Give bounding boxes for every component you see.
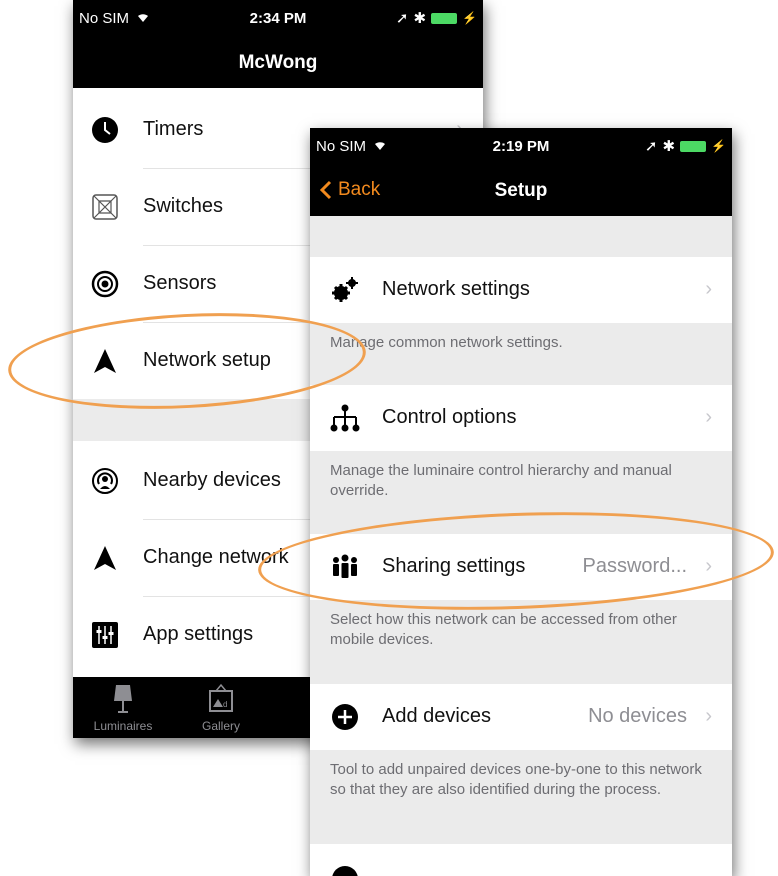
menu-item-label: Timers [143, 118, 204, 140]
row-description: Tool to add unpaired devices one-by-one … [330, 761, 702, 798]
network-arrow-icon [94, 349, 116, 373]
row-network-settings[interactable]: Network settings › [310, 257, 732, 323]
plus-circle-icon [332, 704, 358, 730]
row-description: Select how this network can be accessed … [330, 611, 677, 648]
charging-icon: ⚡ [462, 11, 477, 25]
row-description: Manage the luminaire control hierarchy a… [330, 462, 672, 499]
location-icon: ➚ [395, 10, 409, 27]
front-phone-screen: No SIM 2:19 PM ➚ ✱ ⚡ Back Setup Network … [310, 128, 732, 876]
tab-label: Gallery [201, 719, 240, 733]
bluetooth-icon: ✱ [413, 10, 427, 27]
row-value: No devices [588, 705, 687, 727]
page-title: McWong [238, 52, 318, 73]
nav-bar: Back Setup [310, 166, 732, 216]
menu-item-label: App settings [143, 623, 254, 645]
row-next-partial[interactable] [310, 844, 732, 876]
svg-text:d: d [223, 700, 227, 709]
charging-icon: ⚡ [711, 139, 726, 153]
row-label: Network settings [382, 278, 530, 300]
lamp-icon [114, 685, 132, 713]
menu-item-label: Change network [143, 546, 289, 568]
nav-bar: McWong [73, 38, 483, 88]
tab-gallery[interactable]: d Gallery [181, 683, 261, 733]
battery-icon [680, 140, 707, 152]
menu-item-label: Sensors [143, 272, 217, 294]
hierarchy-icon [330, 404, 360, 432]
menu-item-label: Switches [143, 195, 224, 217]
tab-luminaires[interactable]: Luminaires [83, 683, 163, 733]
row-label: Sharing settings [382, 555, 526, 577]
chevron-right-icon: › [705, 278, 712, 300]
bluetooth-icon: ✱ [662, 138, 676, 155]
page-title: Setup [494, 180, 548, 201]
gears-icon [332, 277, 358, 302]
status-bar: No SIM 2:19 PM ➚ ✱ ⚡ [310, 128, 732, 166]
switch-icon [92, 194, 118, 220]
status-bar: No SIM 2:34 PM ➚ ✱ ⚡ [73, 0, 483, 38]
chevron-right-icon: › [705, 705, 712, 727]
nearby-icon [92, 468, 118, 494]
clock-icon [92, 117, 118, 143]
row-value: Password... [582, 555, 687, 577]
people-icon [333, 554, 357, 578]
gallery-icon: d [209, 683, 233, 712]
row-control-options[interactable]: Control options › [310, 385, 732, 451]
row-label: Add devices [382, 705, 491, 727]
menu-item-label: Network setup [143, 349, 271, 371]
battery-icon [431, 12, 458, 24]
row-description: Manage common network settings. [330, 334, 563, 351]
tab-label: Luminaires [93, 719, 153, 733]
sliders-icon [92, 622, 118, 648]
location-icon: ➚ [644, 138, 658, 155]
row-add-devices[interactable]: Add devices No devices › [310, 684, 732, 750]
row-label: Control options [382, 406, 517, 428]
row-sharing-settings[interactable]: Sharing settings Password... › [310, 534, 732, 600]
chevron-right-icon: › [705, 406, 712, 428]
sensor-icon [91, 270, 119, 298]
menu-item-label: Nearby devices [143, 469, 281, 491]
partial-row-icon [332, 866, 358, 876]
network-arrow-icon [94, 546, 116, 570]
chevron-right-icon: › [705, 555, 712, 577]
